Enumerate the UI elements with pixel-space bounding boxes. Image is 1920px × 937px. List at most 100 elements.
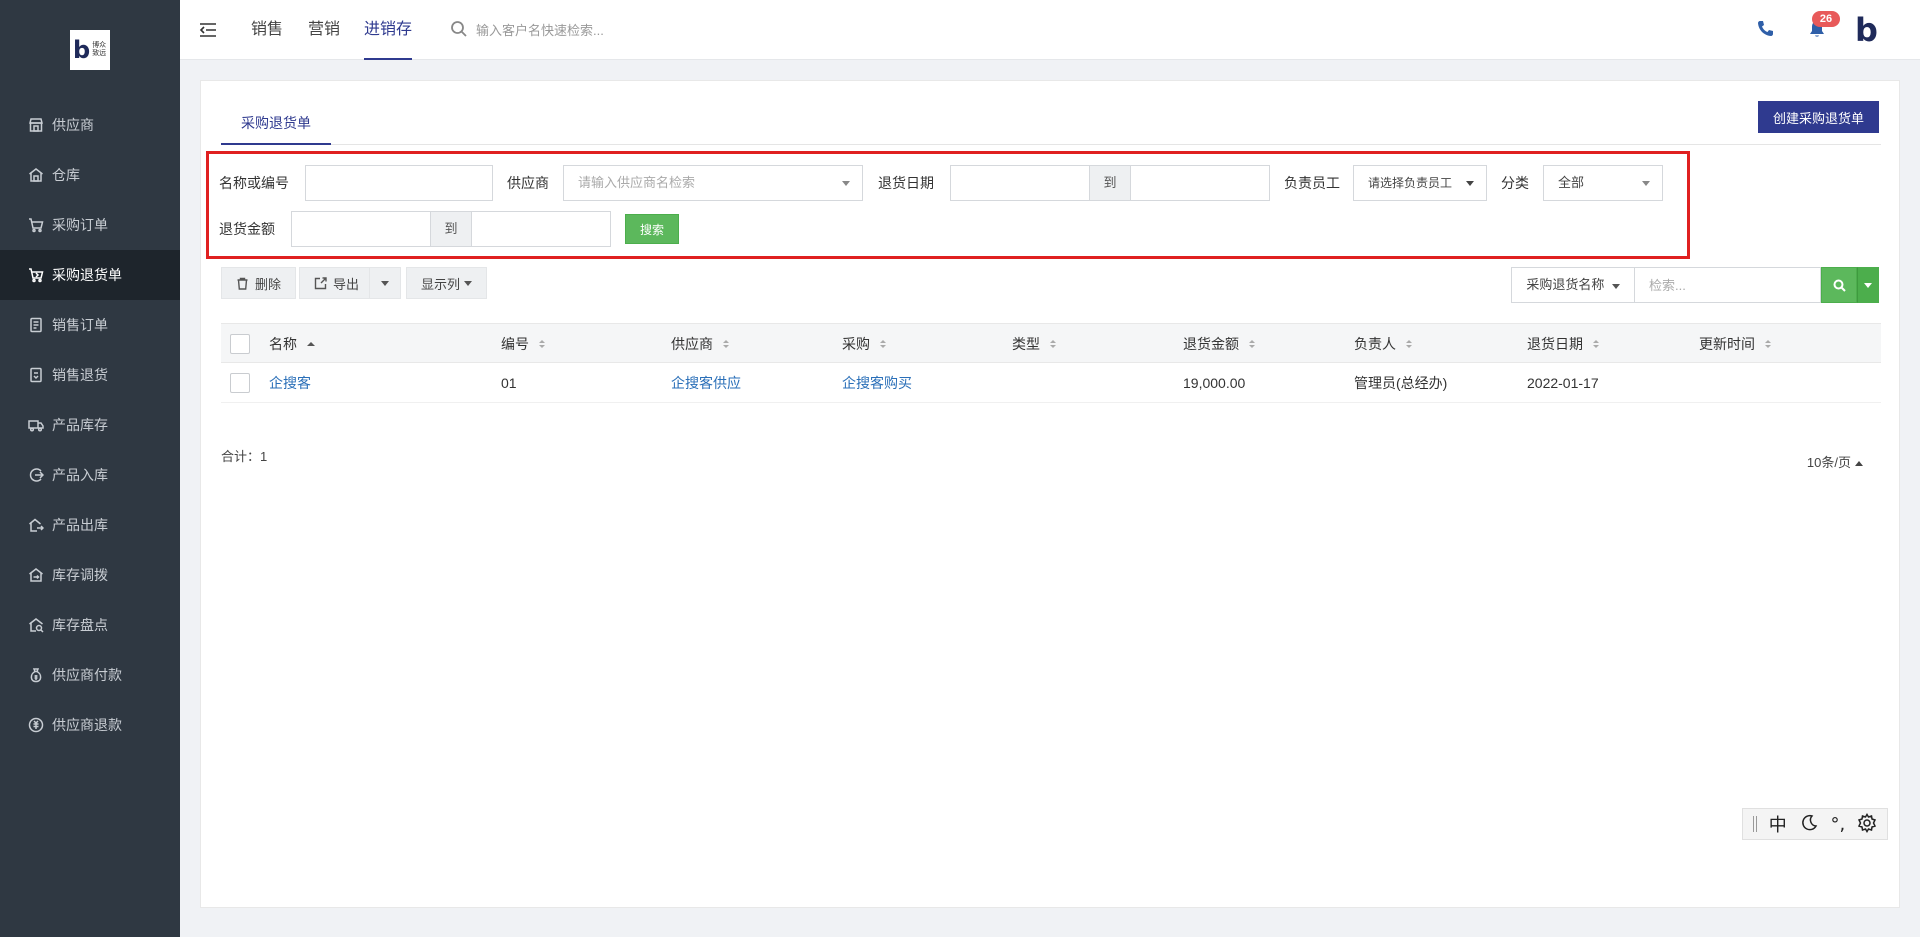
column-header-purchase[interactable]: 采购 — [842, 324, 886, 364]
page-size-value: 10条/页 — [1806, 455, 1851, 470]
brand-logo-icon[interactable]: b — [1855, 14, 1885, 46]
tab-sales[interactable]: 销售 — [251, 0, 283, 60]
cart-return-icon — [28, 267, 44, 283]
column-header-amount[interactable]: 退货金额 — [1183, 324, 1255, 364]
page-size-select[interactable]: 10条/页 — [1807, 452, 1863, 471]
caret-up-icon — [1855, 461, 1863, 467]
sidebar-item-product-outbound[interactable]: 产品出库 — [0, 500, 180, 550]
sidebar-item-stock-check[interactable]: 库存盘点 — [0, 600, 180, 650]
column-header-code[interactable]: 编号 — [501, 324, 545, 364]
delete-label: 删除 — [255, 276, 282, 292]
ime-toolbar: 中 °, — [1742, 808, 1888, 840]
sidebar-item-label: 采购退货单 — [52, 267, 122, 283]
caret-down-icon — [1864, 282, 1872, 288]
chevron-down-icon — [1466, 181, 1474, 186]
row-return-date: 2022-01-17 — [1527, 375, 1599, 391]
return-date-to-input[interactable] — [1130, 165, 1270, 201]
column-header-owner[interactable]: 负责人 — [1354, 324, 1412, 364]
moon-icon[interactable] — [1799, 813, 1819, 836]
company-logo[interactable]: b 博众 致远 — [70, 30, 110, 70]
page-tabs: 采购退货单 — [221, 81, 1881, 145]
search-field-value: 采购退货名称 — [1526, 277, 1605, 292]
phone-icon[interactable] — [1754, 18, 1776, 40]
row-amount: 19,000.00 — [1183, 375, 1246, 391]
sidebar-item-label: 仓库 — [52, 167, 80, 183]
columns-label: 显示列 — [421, 276, 461, 292]
sidebar-item-sales-return[interactable]: 销售退货 — [0, 350, 180, 400]
row-code: 01 — [501, 375, 517, 391]
table-search-input[interactable] — [1635, 267, 1821, 303]
row-checkbox[interactable] — [230, 373, 250, 393]
sidebar-item-sales-order[interactable]: 销售订单 — [0, 300, 180, 350]
search-button[interactable]: 搜索 — [625, 214, 680, 244]
owner-select[interactable]: 请选择负责员工 — [1353, 165, 1487, 201]
warehouse-icon — [28, 167, 44, 183]
sort-icon — [1406, 340, 1412, 350]
tab-purchase-return[interactable]: 采购退货单 — [221, 109, 331, 145]
caret-down-icon — [464, 280, 473, 286]
customer-search-input[interactable] — [476, 16, 736, 44]
column-header-type[interactable]: 类型 — [1012, 324, 1056, 364]
chevron-down-icon — [842, 181, 850, 186]
ime-language-toggle[interactable]: 中 — [1769, 811, 1787, 837]
export-label: 导出 — [333, 276, 360, 292]
sidebar-item-label: 供应商 — [52, 117, 94, 133]
order-icon — [28, 317, 44, 333]
amount-from-input[interactable] — [291, 211, 431, 247]
transfer-icon — [28, 567, 44, 583]
category-select[interactable]: 全部 — [1543, 165, 1663, 201]
category-label: 分类 — [1501, 175, 1529, 191]
column-header-name[interactable]: 名称 — [269, 324, 315, 364]
refund-icon — [28, 717, 44, 733]
return-date-from-input[interactable] — [950, 165, 1090, 201]
select-all-checkbox[interactable] — [230, 334, 250, 354]
sidebar-item-label: 产品入库 — [52, 467, 108, 483]
sidebar-item-stock-transfer[interactable]: 库存调拨 — [0, 550, 180, 600]
show-columns-button[interactable]: 显示列 — [406, 267, 488, 299]
ime-punctuation-toggle[interactable]: °, — [1830, 814, 1845, 835]
gear-icon[interactable] — [1857, 812, 1877, 836]
menu-collapse-icon[interactable] — [198, 20, 218, 40]
sidebar-item-supplier-refund[interactable]: 供应商退款 — [0, 700, 180, 750]
sort-icon — [1050, 340, 1056, 350]
search-options-dropdown[interactable] — [1857, 267, 1879, 303]
table-search-button[interactable] — [1821, 267, 1857, 303]
caret-down-icon — [1612, 284, 1620, 289]
logo-text-line1: 博众 — [92, 41, 107, 49]
drag-handle-icon[interactable] — [1752, 816, 1757, 832]
column-header-return-date[interactable]: 退货日期 — [1527, 324, 1599, 364]
date-to-addon: 到 — [1090, 165, 1130, 201]
create-purchase-return-button[interactable]: 创建采购退货单 — [1757, 101, 1879, 133]
row-supplier-link[interactable]: 企搜客供应 — [671, 363, 741, 403]
sidebar-item-warehouse[interactable]: 仓库 — [0, 150, 180, 200]
logo-b-icon: b — [73, 36, 91, 64]
supplier-select[interactable]: 请输入供应商名检索 — [563, 165, 863, 201]
inbound-icon — [28, 467, 44, 483]
logo-text-line2: 致远 — [92, 50, 107, 57]
amount-to-input[interactable] — [471, 211, 611, 247]
export-dropdown-button[interactable] — [369, 267, 401, 299]
table-search-group: 采购退货名称 — [1511, 267, 1879, 303]
sidebar-item-product-stock[interactable]: 产品库存 — [0, 400, 180, 450]
return-date-label: 退货日期 — [878, 175, 934, 191]
row-name-link[interactable]: 企搜客 — [269, 363, 311, 403]
cart-icon — [28, 217, 44, 233]
sidebar-item-supplier-payment[interactable]: 供应商付款 — [0, 650, 180, 700]
sidebar-item-supplier[interactable]: 供应商 — [0, 100, 180, 150]
sidebar-item-label: 产品出库 — [52, 517, 108, 533]
tab-marketing[interactable]: 营销 — [308, 0, 340, 60]
sidebar-item-purchase-order[interactable]: 采购订单 — [0, 200, 180, 250]
column-header-supplier[interactable]: 供应商 — [671, 324, 729, 364]
name-code-label: 名称或编号 — [219, 175, 289, 191]
table-row: 企搜客 01 企搜客供应 企搜客购买 19,000.00 管理员(总经办) 20… — [221, 363, 1881, 403]
search-field-select[interactable]: 采购退货名称 — [1511, 267, 1635, 303]
sidebar-item-purchase-return[interactable]: 采购退货单 — [0, 250, 180, 300]
column-header-updated[interactable]: 更新时间 — [1699, 324, 1771, 364]
sort-icon — [880, 340, 886, 350]
delete-button[interactable]: 删除 — [221, 267, 297, 299]
export-button[interactable]: 导出 — [299, 267, 371, 299]
sidebar-item-product-inbound[interactable]: 产品入库 — [0, 450, 180, 500]
tab-inventory[interactable]: 进销存 — [364, 0, 413, 60]
name-code-input[interactable] — [305, 165, 493, 201]
row-purchase-link[interactable]: 企搜客购买 — [842, 363, 912, 403]
